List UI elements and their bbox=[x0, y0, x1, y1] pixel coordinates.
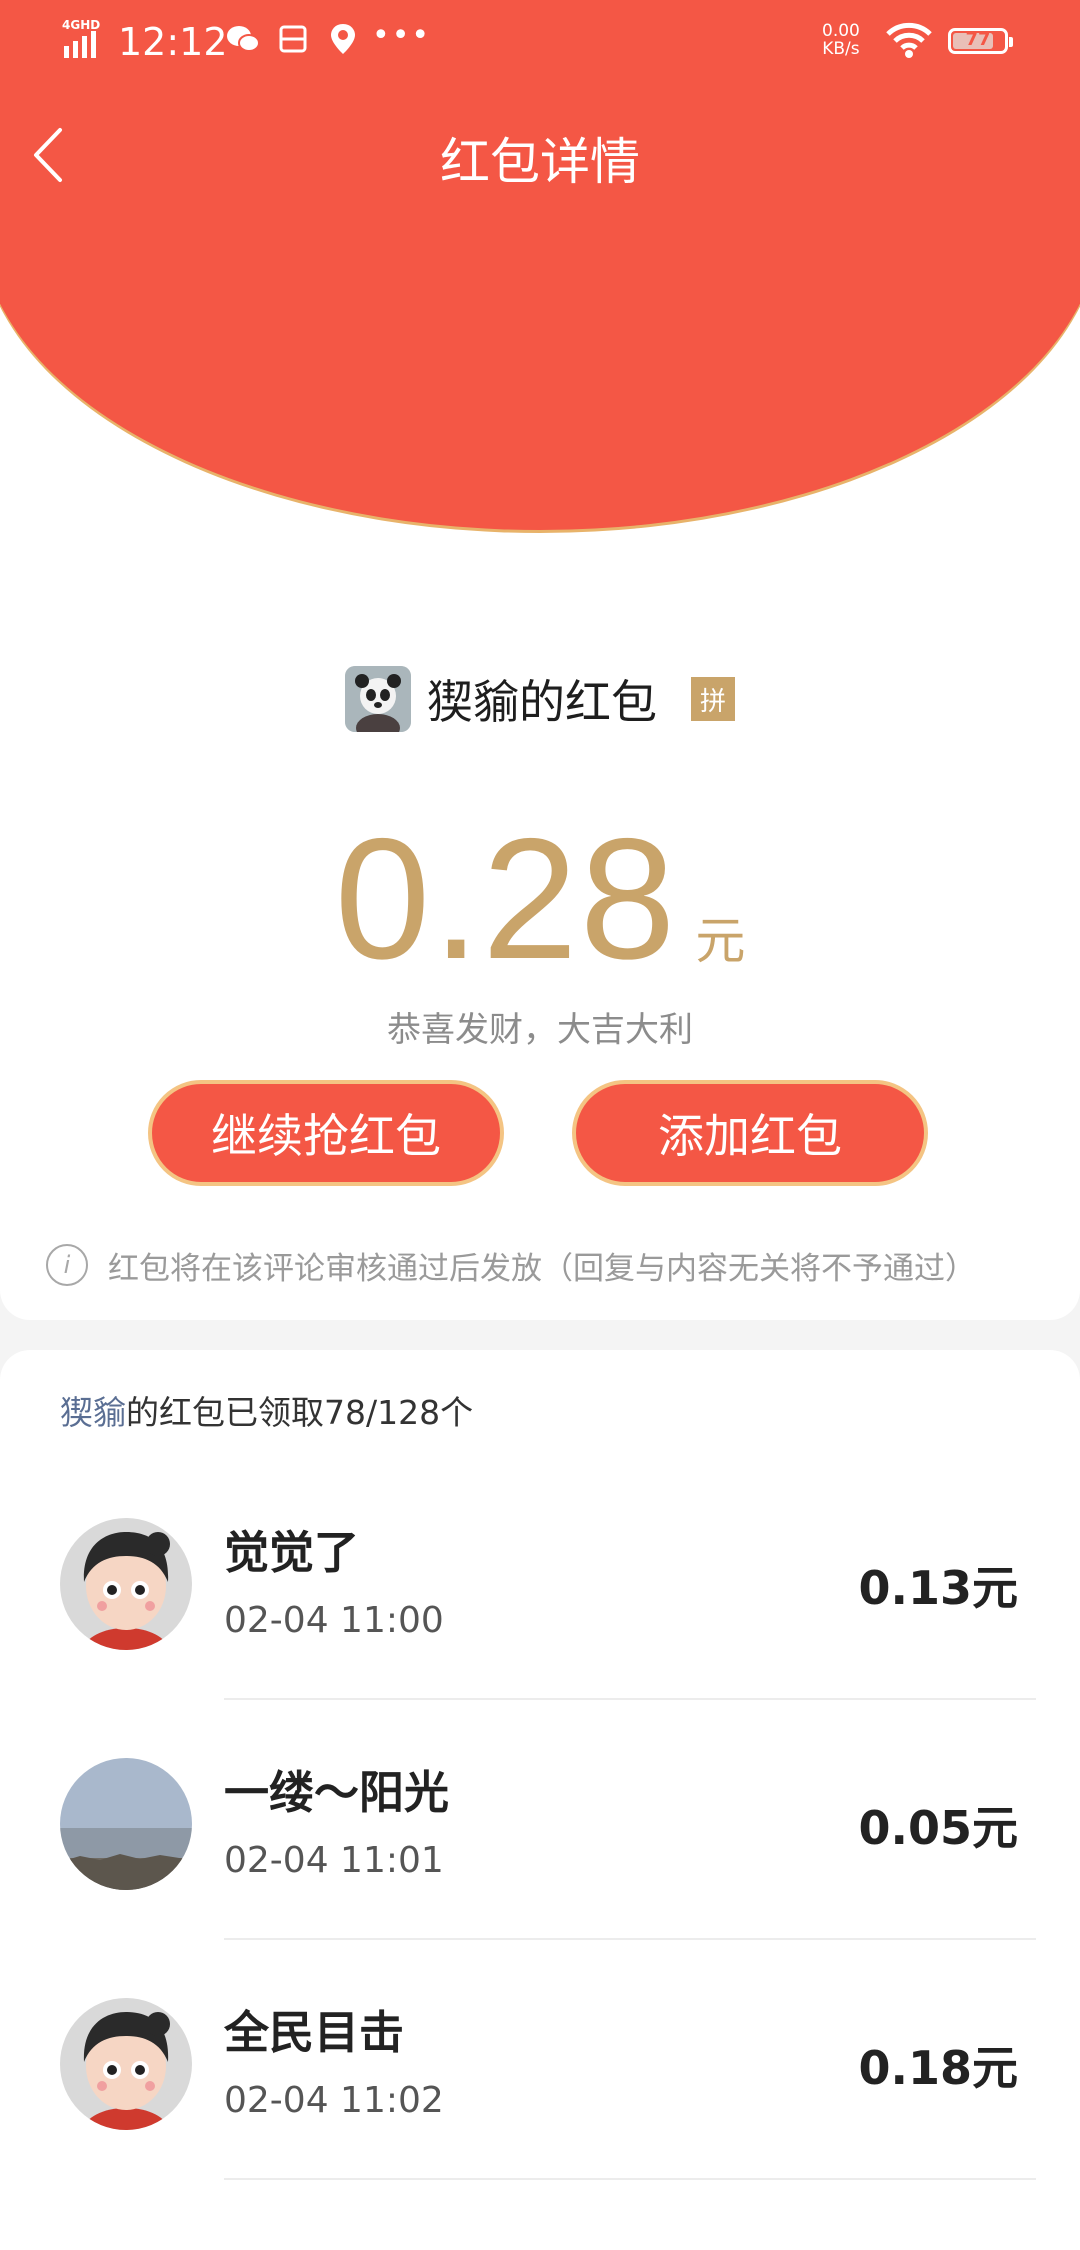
list-item[interactable]: 觉觉了 02-04 11:00 0.13元 bbox=[0, 1460, 1080, 1700]
group-packet-badge: 拼 bbox=[691, 677, 735, 721]
claim-records-card: 猰貐的红包已领取78/128个 觉觉了 02-04 11:00 0.13元 一缕… bbox=[0, 1350, 1080, 2250]
list-item[interactable]: 全民目击 02-04 11:02 0.18元 bbox=[0, 1940, 1080, 2180]
record-time: 02-04 11:02 bbox=[224, 2080, 444, 2121]
network-speed: 0.00 KB/s bbox=[822, 22, 860, 58]
speed-value: 0.00 bbox=[822, 21, 860, 41]
scan-icon bbox=[276, 22, 310, 56]
wifi-icon bbox=[886, 22, 932, 58]
status-bar: 4GHD 12:12 ••• 0.00 KB/s 77 bbox=[0, 0, 1080, 80]
battery-level: 77 bbox=[965, 29, 991, 50]
record-amount: 0.05元 bbox=[858, 1801, 1019, 1855]
speed-unit: KB/s bbox=[822, 39, 860, 59]
record-name: 一缕～阳光 bbox=[224, 1766, 450, 1819]
divider bbox=[224, 2178, 1036, 2180]
info-icon: i bbox=[46, 1244, 88, 1286]
red-packet-summary-card: 4GHD 12:12 ••• 0.00 KB/s 77 红包详情 猰貐的红包 拼… bbox=[0, 0, 1080, 1320]
amount-unit: 元 bbox=[695, 912, 746, 970]
list-item[interactable]: 一缕～阳光 02-04 11:01 0.05元 bbox=[0, 1700, 1080, 1940]
sender-info: 猰貐的红包 拼 bbox=[0, 664, 1080, 734]
record-time: 02-04 11:01 bbox=[224, 1840, 444, 1881]
sender-name: 猰貐的红包 bbox=[427, 675, 657, 729]
claim-summary: 猰貐的红包已领取78/128个 bbox=[60, 1386, 473, 1434]
panda-avatar-icon bbox=[345, 666, 411, 732]
add-red-packet-button[interactable]: 添加红包 bbox=[572, 1080, 928, 1186]
owner-link[interactable]: 猰貐 bbox=[60, 1393, 126, 1432]
cartoon-girl-avatar-icon bbox=[60, 1998, 192, 2130]
blessing-text: 恭喜发财，大吉大利 bbox=[387, 1010, 693, 1050]
record-name: 全民目击 bbox=[224, 2006, 405, 2059]
record-amount: 0.18元 bbox=[858, 2041, 1019, 2095]
network-type: 4GHD bbox=[62, 18, 101, 32]
status-time: 12:12 bbox=[118, 20, 228, 64]
record-time: 02-04 11:00 bbox=[224, 1600, 444, 1641]
record-amount: 0.13元 bbox=[858, 1561, 1019, 1615]
grab-more-button[interactable]: 继续抢红包 bbox=[148, 1080, 504, 1186]
page-title: 红包详情 bbox=[440, 133, 640, 191]
location-icon bbox=[326, 22, 360, 56]
landscape-avatar-icon bbox=[60, 1758, 192, 1890]
claim-summary-text: 的红包已领取78/128个 bbox=[126, 1393, 474, 1432]
record-name: 觉觉了 bbox=[224, 1526, 360, 1579]
amount-value: 0.28 bbox=[334, 803, 678, 995]
notice-text: 红包将在该评论审核通过后发放（回复与内容无关将不予通过） bbox=[108, 1250, 976, 1287]
battery-icon: 77 bbox=[948, 28, 1013, 54]
review-notice: i 红包将在该评论审核通过后发放（回复与内容无关将不予通过） bbox=[46, 1240, 1046, 1290]
more-dots-icon: ••• bbox=[372, 18, 432, 53]
received-amount: 0.28 元 bbox=[0, 800, 1080, 998]
cartoon-girl-avatar-icon bbox=[60, 1518, 192, 1650]
wechat-icon bbox=[226, 22, 260, 56]
